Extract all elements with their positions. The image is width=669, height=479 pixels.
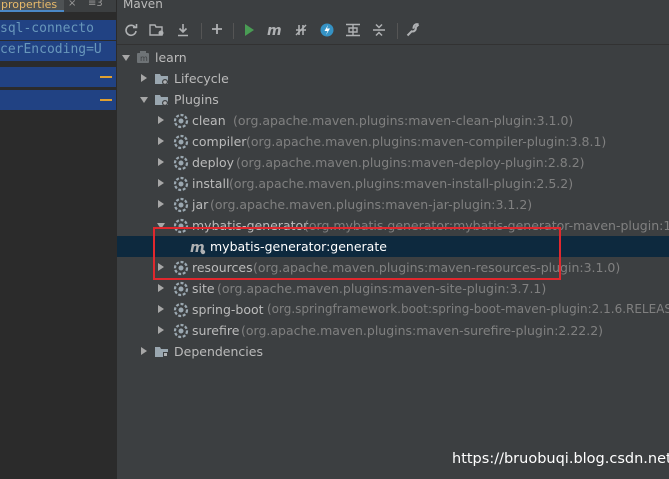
execute-goal-icon[interactable]: m bbox=[265, 21, 285, 41]
plugin-name: jar bbox=[192, 197, 209, 212]
plugin-name: install bbox=[192, 176, 230, 191]
plugin-gear-icon bbox=[173, 176, 189, 192]
run-icon[interactable] bbox=[239, 21, 259, 41]
plugin-gear-icon bbox=[173, 302, 189, 318]
tree-node-project[interactable]: m learn bbox=[117, 47, 669, 68]
tree-node-plugin[interactable]: surefire (org.apache.maven.plugins:maven… bbox=[117, 320, 669, 341]
tree-label: Lifecycle bbox=[174, 71, 229, 86]
plugin-coordinates: (org.apache.maven.plugins:maven-clean-pl… bbox=[233, 113, 574, 128]
expand-arrow-icon[interactable] bbox=[158, 158, 164, 166]
expand-arrow-icon[interactable] bbox=[158, 326, 164, 334]
plugin-name: surefire bbox=[192, 323, 240, 338]
code-text: cerEncoding=U bbox=[0, 42, 102, 57]
expand-arrow-icon[interactable] bbox=[158, 137, 164, 145]
toolbar-separator bbox=[201, 23, 202, 39]
change-marker bbox=[100, 76, 112, 78]
svg-text:m: m bbox=[140, 54, 148, 63]
skip-tests-icon[interactable] bbox=[317, 21, 337, 41]
close-icon[interactable]: × bbox=[68, 0, 76, 9]
settings-icon[interactable] bbox=[403, 21, 423, 41]
expand-arrow-icon[interactable] bbox=[158, 116, 164, 124]
add-icon[interactable] bbox=[207, 21, 227, 41]
folder-gear-icon bbox=[154, 92, 170, 108]
plugin-gear-icon bbox=[173, 155, 189, 171]
tree-node-lifecycle[interactable]: Lifecycle bbox=[117, 68, 669, 89]
toolbar-separator bbox=[233, 23, 234, 39]
plugin-coordinates: (org.apache.maven.plugins:maven-jar-plug… bbox=[210, 197, 533, 212]
expand-arrow-icon[interactable] bbox=[158, 284, 164, 292]
plugin-coordinates: (org.apache.maven.plugins:maven-compiler… bbox=[246, 134, 607, 149]
tree-node-plugin[interactable]: deploy (org.apache.maven.plugins:maven-d… bbox=[117, 152, 669, 173]
expand-arrow-icon[interactable] bbox=[158, 305, 164, 313]
expand-arrow-icon[interactable] bbox=[122, 55, 130, 61]
plugin-coordinates: (org.apache.maven.plugins:maven-site-plu… bbox=[217, 281, 547, 296]
toolbar-separator bbox=[397, 23, 398, 39]
tree-label: Plugins bbox=[174, 92, 219, 107]
toggle-offline-icon[interactable] bbox=[291, 21, 311, 41]
expand-arrow-icon[interactable] bbox=[158, 200, 164, 208]
plugin-coordinates: (org.apache.maven.plugins:maven-install-… bbox=[229, 176, 574, 191]
editor-tab-bar: properties × ≡3 bbox=[0, 0, 116, 12]
tab-list-icon[interactable]: ≡3 bbox=[88, 0, 103, 9]
plugin-coordinates: (org.apache.maven.plugins:maven-surefire… bbox=[241, 323, 604, 338]
code-line[interactable]: sql-connecto bbox=[0, 20, 116, 40]
editor-pane[interactable]: properties × ≡3 sql-connecto cerEncoding… bbox=[0, 0, 116, 479]
expand-arrow-icon[interactable] bbox=[141, 347, 147, 355]
change-marker bbox=[100, 99, 112, 101]
code-line[interactable] bbox=[0, 90, 116, 110]
highlight-annotation-box bbox=[153, 227, 561, 280]
reimport-icon[interactable] bbox=[121, 21, 141, 41]
editor-tab-properties[interactable]: properties bbox=[0, 0, 64, 12]
plugin-name: clean bbox=[192, 113, 226, 128]
tree-node-plugin[interactable]: compiler (org.apache.maven.plugins:maven… bbox=[117, 131, 669, 152]
svg-text:m: m bbox=[267, 23, 282, 37]
editor-tab-label: properties bbox=[1, 0, 58, 11]
maven-project-icon: m bbox=[135, 50, 151, 66]
tree-node-plugin[interactable]: spring-boot (org.springframework.boot:sp… bbox=[117, 299, 669, 320]
tree-node-plugin[interactable]: clean (org.apache.maven.plugins:maven-cl… bbox=[117, 110, 669, 131]
tree-node-plugin[interactable]: site (org.apache.maven.plugins:maven-sit… bbox=[117, 278, 669, 299]
folder-gear-icon bbox=[154, 71, 170, 87]
tree-node-plugin[interactable]: jar (org.apache.maven.plugins:maven-jar-… bbox=[117, 194, 669, 215]
maven-toolbar: m bbox=[117, 18, 669, 45]
code-text: sql-connecto bbox=[0, 21, 94, 36]
download-icon[interactable] bbox=[173, 21, 193, 41]
plugin-gear-icon bbox=[173, 197, 189, 213]
folder-dependencies-icon bbox=[154, 344, 170, 360]
plugin-name: deploy bbox=[192, 155, 235, 170]
watermark-url: https://bruobuqi.blog.csdn.net bbox=[452, 451, 669, 467]
maven-title: Maven bbox=[123, 0, 163, 11]
plugin-name: site bbox=[192, 281, 215, 296]
plugin-name: compiler bbox=[192, 134, 247, 149]
show-dependencies-icon[interactable] bbox=[343, 21, 363, 41]
plugin-coordinates: (org.apache.maven.plugins:maven-deploy-p… bbox=[236, 155, 585, 170]
expand-arrow-icon[interactable] bbox=[158, 179, 164, 187]
expand-arrow-icon[interactable] bbox=[140, 97, 148, 103]
expand-arrow-icon[interactable] bbox=[141, 74, 147, 82]
generate-sources-icon[interactable] bbox=[147, 21, 167, 41]
plugin-coordinates: (org.springframework.boot:spring-boot-ma… bbox=[267, 302, 669, 316]
code-line[interactable] bbox=[0, 67, 116, 87]
tree-node-plugin[interactable]: install (org.apache.maven.plugins:maven-… bbox=[117, 173, 669, 194]
plugin-gear-icon bbox=[173, 281, 189, 297]
tree-label: learn bbox=[155, 50, 187, 65]
plugin-gear-icon bbox=[173, 323, 189, 339]
collapse-all-icon[interactable] bbox=[369, 21, 389, 41]
tree-node-dependencies[interactable]: Dependencies bbox=[117, 341, 669, 362]
maven-header: Maven bbox=[117, 0, 669, 14]
tree-node-plugins[interactable]: Plugins bbox=[117, 89, 669, 110]
tree-label: Dependencies bbox=[174, 344, 263, 359]
plugin-gear-icon bbox=[173, 113, 189, 129]
code-line[interactable]: cerEncoding=U bbox=[0, 41, 116, 61]
plugin-gear-icon bbox=[173, 134, 189, 150]
plugin-name: spring-boot bbox=[192, 302, 264, 317]
